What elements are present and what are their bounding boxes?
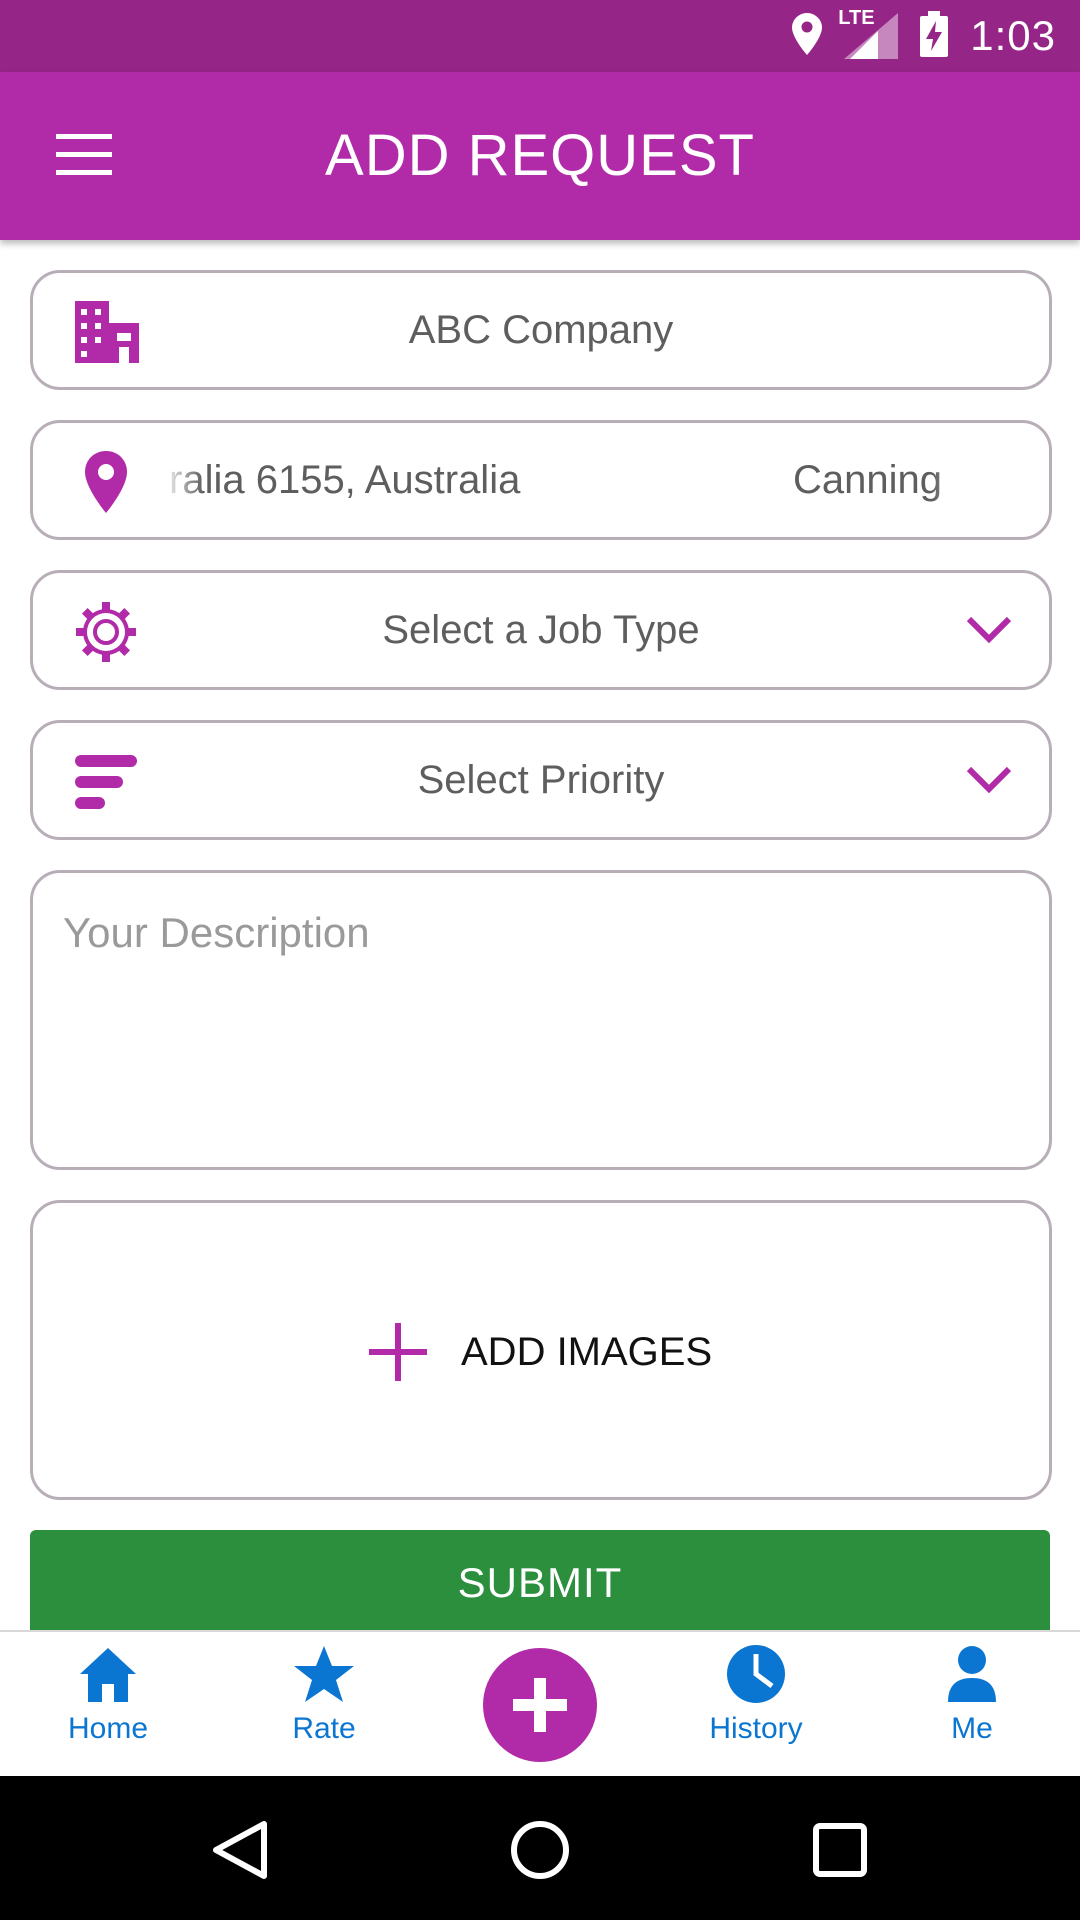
person-icon bbox=[948, 1646, 996, 1702]
fade-right bbox=[933, 429, 977, 529]
nav-rate[interactable]: Rate bbox=[254, 1644, 394, 1774]
address-field[interactable]: ralia 6155, Australia Canning bbox=[30, 420, 1052, 540]
hamburger-menu-icon[interactable] bbox=[54, 128, 114, 184]
home-icon bbox=[80, 1648, 136, 1702]
signal-icon: LTE bbox=[838, 7, 899, 59]
description-placeholder: Your Description bbox=[63, 909, 370, 956]
page-title: ADD REQUEST bbox=[325, 123, 755, 188]
chevron-down-icon bbox=[965, 611, 1013, 647]
building-icon bbox=[73, 299, 139, 365]
add-request-fab[interactable] bbox=[483, 1648, 597, 1762]
app-bar: ADD REQUEST bbox=[0, 72, 1080, 240]
network-type-label: LTE bbox=[838, 7, 875, 29]
bottom-nav: Home Rate History Me bbox=[0, 1630, 1080, 1778]
home-circle-icon[interactable] bbox=[510, 1820, 570, 1885]
nav-history[interactable]: History bbox=[686, 1644, 826, 1774]
nav-me[interactable]: Me bbox=[902, 1644, 1042, 1774]
plus-icon bbox=[369, 1323, 427, 1381]
add-icon bbox=[513, 1678, 567, 1732]
priority-select[interactable]: Select Priority bbox=[30, 720, 1052, 840]
add-images-button[interactable]: ADD IMAGES bbox=[30, 1200, 1052, 1500]
nav-me-label: Me bbox=[951, 1712, 993, 1745]
status-bar: LTE 1:03 bbox=[0, 0, 1080, 72]
priority-bars-icon bbox=[73, 749, 139, 815]
nav-history-label: History bbox=[709, 1712, 803, 1745]
location-pin-icon bbox=[73, 449, 139, 515]
priority-value: Select Priority bbox=[417, 758, 665, 802]
clock-icon bbox=[727, 1645, 785, 1703]
system-nav-bar bbox=[0, 1776, 1080, 1920]
gear-icon bbox=[73, 599, 139, 665]
battery-charging-icon bbox=[920, 10, 949, 62]
nav-home-label: Home bbox=[67, 1712, 149, 1745]
back-icon[interactable] bbox=[212, 1820, 268, 1885]
description-textarea[interactable]: Your Description bbox=[30, 870, 1052, 1170]
chevron-down-icon bbox=[965, 761, 1013, 797]
submit-button[interactable]: SUBMIT bbox=[30, 1530, 1050, 1630]
nav-home[interactable]: Home bbox=[38, 1644, 178, 1774]
fade-left bbox=[163, 429, 203, 529]
add-images-label: ADD IMAGES bbox=[461, 1330, 713, 1374]
location-icon bbox=[792, 12, 823, 60]
company-field[interactable]: ABC Company bbox=[30, 270, 1052, 390]
clock-time: 1:03 bbox=[970, 12, 1056, 59]
star-icon bbox=[294, 1646, 354, 1702]
company-value: ABC Company bbox=[408, 308, 674, 352]
nav-rate-label: Rate bbox=[292, 1712, 356, 1745]
recents-icon[interactable] bbox=[812, 1822, 868, 1883]
job-type-value: Select a Job Type bbox=[382, 608, 700, 652]
job-type-select[interactable]: Select a Job Type bbox=[30, 570, 1052, 690]
address-text-primary: ralia 6155, Australia bbox=[169, 458, 521, 502]
